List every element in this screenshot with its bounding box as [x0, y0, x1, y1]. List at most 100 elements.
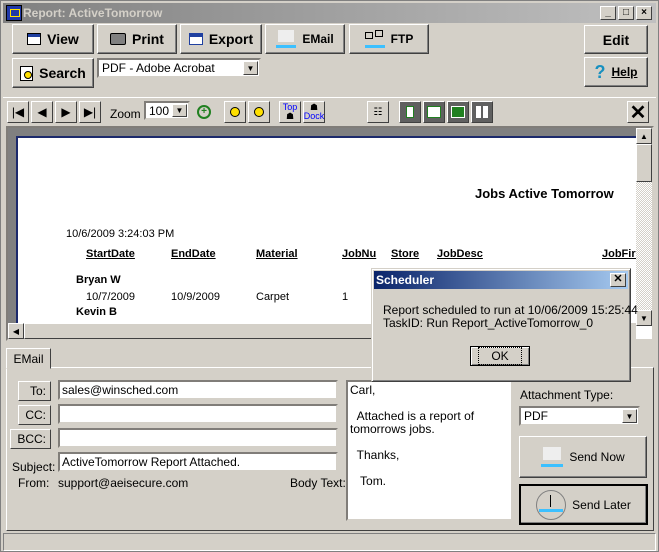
help-button[interactable]: ? Help [584, 57, 648, 87]
group-header: Bryan W [76, 274, 121, 286]
ftp-button[interactable]: FTP [349, 24, 429, 54]
find-icon [230, 107, 240, 117]
prev-page-icon: ◀ [37, 105, 47, 119]
printer-icon [110, 33, 127, 45]
find-next-button[interactable] [248, 101, 270, 123]
attachment-type-select[interactable]: PDF ▼ [519, 406, 640, 426]
export-icon [188, 33, 203, 45]
tree-toggle-button[interactable]: ☷ [367, 101, 389, 123]
col-store: Store [391, 248, 420, 260]
email-button[interactable]: EMail [265, 24, 345, 54]
arrow-left-icon: ◀ [12, 326, 20, 336]
attachment-type-label: Attachment Type: [520, 388, 614, 402]
dock-label: Dock [303, 111, 325, 121]
body-text-field[interactable]: Carl, Attached is a report of tomorrows … [346, 380, 513, 521]
multi-page-button[interactable] [471, 101, 493, 123]
cc-button[interactable]: CC: [18, 405, 51, 425]
next-page-button[interactable]: ▶ [55, 101, 77, 123]
single-page-button[interactable] [399, 101, 421, 123]
chevron-down-icon: ▼ [243, 61, 258, 75]
page-width-button[interactable] [423, 101, 445, 123]
report-timestamp: 10/6/2009 3:24:03 PM [66, 228, 175, 240]
view-button[interactable]: View [12, 24, 94, 54]
from-value: support@aeisecure.com [58, 476, 189, 490]
dialog-title-bar: Scheduler ✕ [374, 271, 628, 289]
col-enddate: EndDate [171, 248, 216, 260]
email-send-icon [276, 30, 297, 48]
chevron-down-icon: ▼ [622, 409, 637, 423]
close-icon: ✕ [629, 101, 647, 124]
top-button[interactable]: Top ☗ [279, 101, 301, 123]
close-button[interactable]: × [636, 6, 652, 20]
scroll-up-button[interactable]: ▲ [636, 128, 652, 144]
to-field[interactable]: sales@winsched.com [58, 380, 338, 400]
status-bar [3, 533, 656, 551]
tab-email[interactable]: EMail [6, 348, 51, 369]
tree-icon: ☷ [373, 106, 383, 118]
arrow-up-icon: ▲ [640, 131, 648, 141]
find-button[interactable] [224, 101, 246, 123]
first-page-button[interactable]: |◀ [7, 101, 29, 123]
send-now-button[interactable]: Send Now [519, 436, 647, 478]
maximize-button[interactable]: □ [618, 6, 634, 20]
zoom-label: Zoom [110, 107, 141, 121]
bcc-button[interactable]: BCC: [10, 429, 51, 449]
export-format-select[interactable]: PDF - Adobe Acrobat ▼ [97, 58, 261, 78]
col-material: Material [256, 248, 298, 260]
send-later-button[interactable]: Send Later [519, 484, 648, 525]
vertical-scrollbar[interactable]: ▲ ▼ [636, 128, 652, 326]
col-startdate: StartDate [86, 248, 135, 260]
cell-jobnum: 1 [342, 291, 349, 303]
prev-page-button[interactable]: ◀ [31, 101, 53, 123]
subject-label: Subject: [12, 460, 56, 474]
col-jobdesc: JobDesc [437, 248, 483, 260]
zoom-select[interactable]: 100 ▼ [144, 101, 190, 120]
zoom-in-button[interactable]: + [193, 101, 215, 123]
group-header: Kevin B [76, 306, 117, 318]
chevron-down-icon: ▼ [172, 104, 187, 117]
to-button[interactable]: To: [18, 381, 51, 401]
cell-startdate: 10/7/2009 [86, 291, 135, 303]
dialog-message-line2: TaskID: Run Report_ActiveTomorrow_0 [383, 316, 594, 330]
last-page-icon: ▶| [83, 105, 97, 119]
cell-material: Carpet [256, 291, 290, 303]
view-icon [27, 33, 42, 45]
two-page-button[interactable] [447, 101, 469, 123]
dock-button[interactable]: ☗ Dock [303, 101, 325, 123]
edit-button[interactable]: Edit [584, 25, 648, 54]
subject-field[interactable]: ActiveTomorrow Report Attached. [58, 452, 338, 472]
export-button[interactable]: Export [180, 24, 262, 54]
first-page-icon: |◀ [11, 105, 25, 119]
dialog-title: Scheduler [376, 273, 435, 287]
scroll-down-button[interactable]: ▼ [636, 310, 652, 326]
cc-field[interactable] [58, 404, 338, 424]
search-button[interactable]: Search [12, 58, 94, 88]
dialog-close-button[interactable]: ✕ [610, 273, 626, 287]
close-preview-button[interactable]: ✕ [627, 101, 649, 124]
clock-icon [536, 489, 567, 520]
arrow-down-icon: ▼ [640, 313, 648, 323]
ok-button[interactable]: OK [470, 346, 530, 366]
window-title: Report: ActiveTomorrow [23, 6, 163, 20]
close-icon: ✕ [613, 273, 623, 285]
col-jobnum: JobNu [342, 248, 377, 260]
cell-enddate: 10/9/2009 [171, 291, 220, 303]
scroll-left-button[interactable]: ◀ [8, 323, 24, 339]
body-text-label: Body Text: [290, 476, 346, 490]
app-icon [6, 5, 22, 21]
top-icon: ☗ [285, 111, 295, 121]
navigation-toolbar: |◀ ◀ ▶ ▶| Zoom 100 ▼ + Top ☗ ☗ Dock ☷ ✕ [3, 97, 656, 125]
bcc-field[interactable] [58, 428, 338, 448]
print-button[interactable]: Print [97, 24, 177, 54]
scheduler-dialog: Scheduler ✕ Report scheduled to run at 1… [371, 268, 638, 382]
title-bar: Report: ActiveTomorrow _ □ × [3, 3, 656, 23]
zoom-in-icon: + [197, 105, 211, 119]
ftp-icon [364, 30, 385, 48]
help-icon: ? [594, 61, 606, 82]
minimize-button[interactable]: _ [600, 6, 616, 20]
last-page-button[interactable]: ▶| [79, 101, 101, 123]
dialog-message: Report scheduled to run at 10/06/2009 15… [383, 304, 638, 330]
from-label: From: [18, 476, 50, 490]
search-icon [20, 65, 34, 81]
scroll-thumb[interactable] [636, 144, 652, 182]
